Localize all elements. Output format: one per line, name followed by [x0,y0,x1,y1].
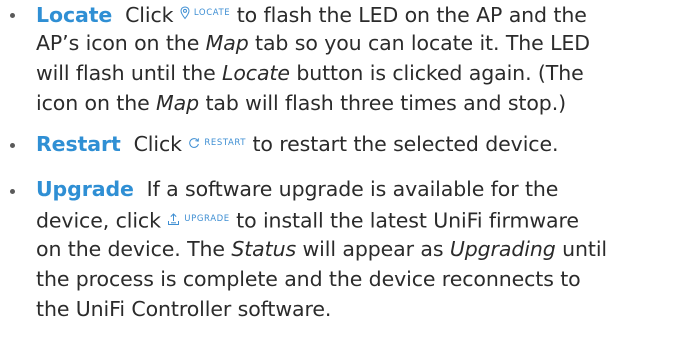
bullet [10,189,15,194]
upgrade-icon [168,212,180,225]
restart-icon [189,138,200,148]
upgrade-button[interactable]: UPGRADE [167,204,229,234]
bullet [10,13,15,18]
text-line: on the device. The Status will appear as… [36,237,608,261]
text-line: Locate Click LOCATE to flash the LED on … [36,0,587,30]
document-body: Locate Click LOCATE to flash the LED on … [0,0,681,341]
text-line: Restart Click RESTART to restart the sel… [36,128,559,159]
text-line: AP’s icon on the Map tab so you can loca… [36,31,590,55]
restart-button[interactable]: RESTART [188,128,246,158]
locate-button[interactable]: LOCATE [180,0,230,28]
locate-button-label: LOCATE [193,8,231,18]
text-line: the process is complete and the device r… [36,267,581,291]
text-line: the UniFi Controller software. [36,297,332,321]
bullet [10,143,15,148]
term-locate: Locate [36,3,113,27]
term-upgrade: Upgrade [36,177,134,201]
upgrade-button-label: UPGRADE [184,214,230,224]
location-pin-icon [180,6,190,20]
text-line: will flash until the Locate button is cl… [36,61,584,85]
text-line: device, click UPGRADE to install the lat… [36,204,579,236]
restart-button-label: RESTART [204,138,247,148]
text-line: Upgrade If a software upgrade is availab… [36,177,559,201]
text-line: icon on the Map tab will flash three tim… [36,91,567,115]
term-restart: Restart [36,132,121,156]
